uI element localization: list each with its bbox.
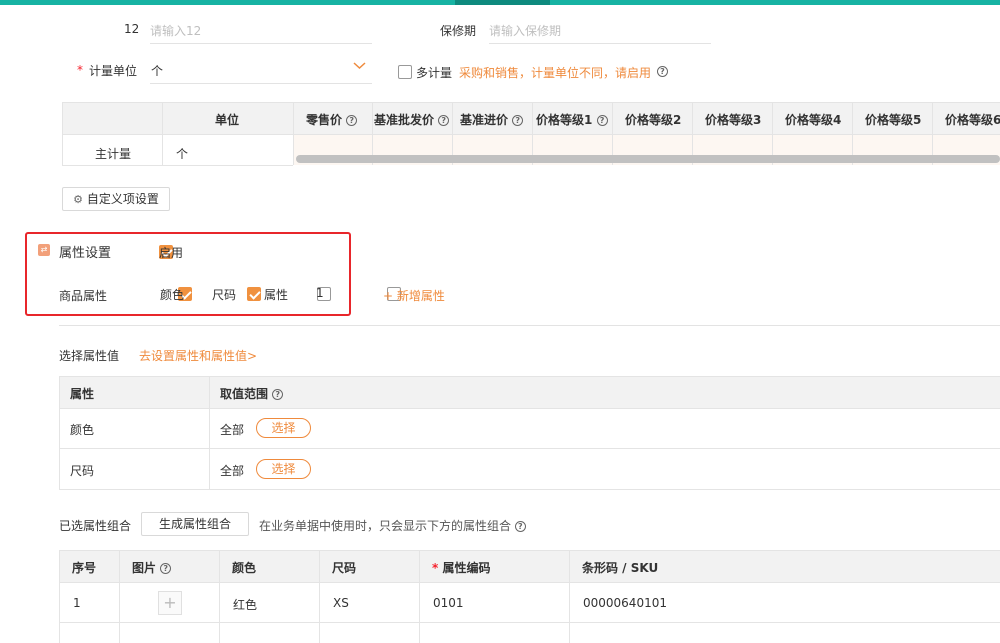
unit-underline — [150, 83, 372, 84]
col-price-level-3: 价格等级3 — [705, 113, 762, 127]
multi-unit-hint: 采购和销售，计量单位不同，请启用 — [459, 66, 652, 80]
product-attribute-label: 商品属性 — [59, 289, 108, 303]
multi-unit-checkbox[interactable] — [398, 64, 412, 79]
required-mark: * — [77, 63, 83, 77]
combos-col-index: 序号 — [72, 561, 97, 575]
field-12-underline — [150, 43, 372, 44]
selected-combos-label: 已选属性组合 — [59, 519, 132, 533]
field-12-input[interactable]: 请输入12 — [150, 22, 201, 39]
combo-row-size: XS — [333, 596, 349, 610]
attr-color-label: 颜色 — [160, 288, 185, 302]
combo-row-barcode[interactable]: 00000640101 — [583, 596, 667, 610]
attr-row-color: 颜色 — [70, 423, 95, 437]
col-price-level-5: 价格等级5 — [865, 113, 922, 127]
price-table-header — [62, 102, 1000, 134]
col-price-level-6: 价格等级6 — [945, 113, 1000, 127]
combos-hint: 在业务单据中使用时，只会显示下方的属性组合 ? — [259, 517, 526, 534]
attr-size-checkbox[interactable] — [247, 286, 262, 301]
attr-table-header — [59, 376, 1000, 408]
col-purchase-price: 基准进价 ? — [460, 111, 524, 128]
select-size-values-button[interactable]: 选择 — [256, 459, 311, 479]
row-main-unit-value: 个 — [176, 147, 189, 161]
attr-row-size: 尺码 — [70, 464, 95, 478]
col-unit: 单位 — [215, 113, 240, 127]
combo-row-code[interactable]: 0101 — [433, 596, 464, 610]
goto-attr-settings-link[interactable]: 去设置属性和属性值> — [139, 347, 257, 364]
field-12-label: 12 — [124, 22, 140, 36]
col-price-level-4: 价格等级4 — [785, 113, 842, 127]
attribute-settings-icon: ⇄ — [38, 244, 50, 256]
row-main-unit-label: 主计量 — [95, 147, 132, 161]
combo-row-color: 红色 — [233, 598, 258, 612]
combos-table-header — [59, 550, 1000, 582]
gear-icon: ⚙ — [73, 193, 84, 206]
enable-attributes-label: 启用 — [159, 246, 184, 260]
combos-col-image: 图片 ? — [132, 559, 172, 576]
select-attr-values-label: 选择属性值 — [59, 349, 120, 363]
attr-col-header: 属性 — [70, 387, 95, 401]
unit-select-value[interactable]: 个 — [151, 62, 163, 79]
warranty-label: 保修期 — [440, 24, 477, 38]
help-icon[interactable]: ? — [657, 66, 668, 77]
attribute-settings-title: 属性设置 — [59, 246, 112, 261]
chevron-down-icon[interactable] — [353, 61, 366, 70]
combos-col-code: * 属性编码 — [432, 561, 491, 575]
unit-label: 计量单位 — [89, 64, 138, 78]
horizontal-scrollbar[interactable] — [296, 155, 1000, 163]
select-color-values-button[interactable]: 选择 — [256, 418, 311, 438]
top-accent-bar-active — [455, 0, 550, 5]
col-price-level-2: 价格等级2 — [625, 113, 682, 127]
col-wholesale-price: 基准批发价 ? — [374, 111, 450, 128]
warranty-underline — [489, 43, 711, 44]
col-retail-price: 零售价 ? — [306, 111, 358, 128]
attr-row-size-range: 全部 — [220, 464, 245, 478]
attr-row-color-range: 全部 — [220, 423, 245, 437]
col-price-level-1: 价格等级1 ? — [536, 111, 608, 128]
multi-unit-label: 多计量 — [416, 66, 453, 80]
generate-combos-button[interactable]: 生成属性组合 — [141, 512, 249, 536]
attr-1-label: 1 — [316, 286, 324, 300]
combos-col-size: 尺码 — [332, 561, 357, 575]
range-col-header: 取值范围 ? — [220, 385, 284, 402]
attr-property-label: 属性 — [264, 288, 289, 302]
attr-size-label: 尺码 — [212, 288, 237, 302]
upload-image-icon[interactable]: + — [158, 591, 182, 615]
combos-col-barcode: 条形码 / SKU — [582, 561, 659, 575]
custom-settings-button[interactable]: ⚙ 自定义项设置 — [62, 187, 170, 211]
combo-row-index: 1 — [73, 596, 81, 610]
combos-col-color: 颜色 — [232, 561, 257, 575]
section-divider — [59, 325, 1000, 326]
warranty-input[interactable]: 请输入保修期 — [489, 22, 561, 39]
add-attribute-button[interactable]: + 新增属性 — [383, 287, 445, 304]
